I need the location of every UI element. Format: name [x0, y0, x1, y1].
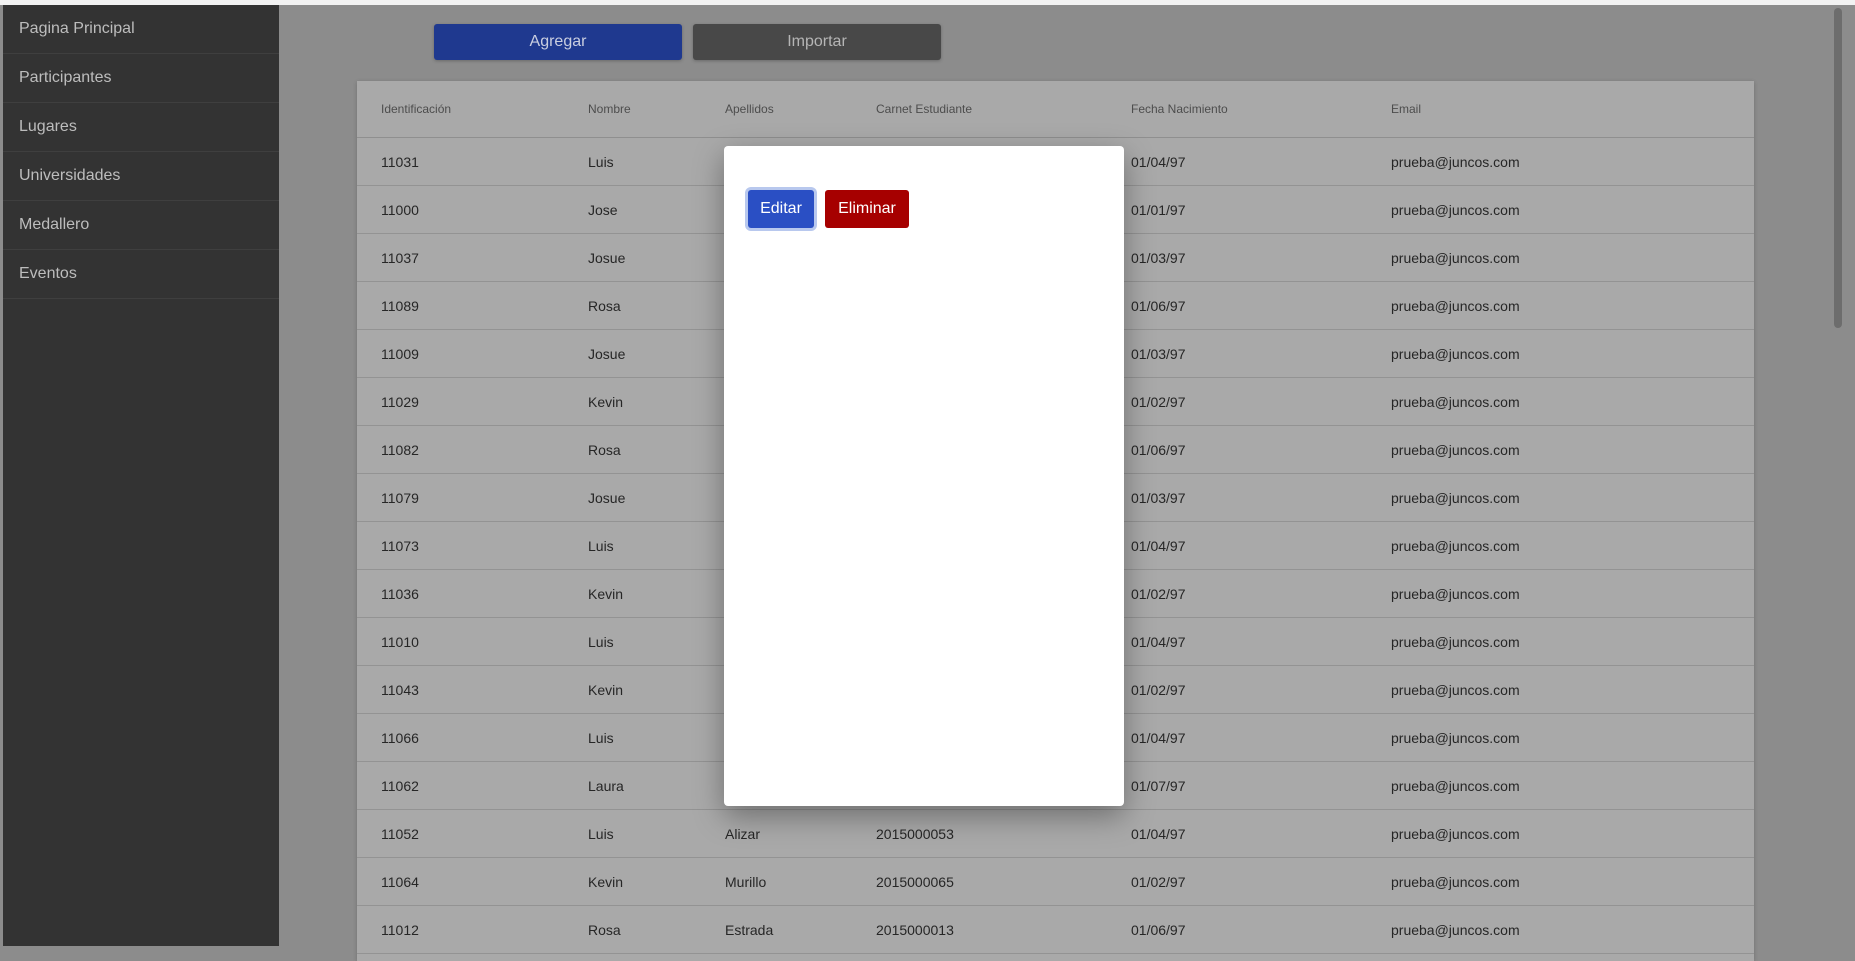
cell-email: prueba@juncos.com [1391, 809, 1754, 858]
cell-fecha-nacimiento: 01/04/97 [1131, 809, 1391, 858]
sidebar-item-eventos[interactable]: Eventos [3, 250, 279, 299]
column-header-email[interactable]: Email [1391, 81, 1754, 138]
cell-fecha-nacimiento: 01/03/97 [1131, 473, 1391, 522]
cell-email: prueba@juncos.com [1391, 617, 1754, 666]
cell-identificacion: 11037 [357, 233, 588, 282]
cell-identificacion: 11082 [357, 425, 588, 474]
cell-email: prueba@juncos.com [1391, 185, 1754, 234]
cell-nombre: Luis [588, 713, 725, 762]
cell-fecha-nacimiento: 01/03/97 [1131, 329, 1391, 378]
cell-apellidos: Murillo [725, 857, 876, 906]
cell-email: prueba@juncos.com [1391, 233, 1754, 282]
cell-nombre: Rosa [588, 905, 725, 954]
cell-fecha-nacimiento: 01/04/97 [1131, 137, 1391, 186]
cell-fecha-nacimiento: 01/02/97 [1131, 665, 1391, 714]
cell-carnet: 2015000013 [876, 905, 1131, 954]
cell-nombre: Luis [588, 137, 725, 186]
cell-nombre: Kevin [588, 569, 725, 618]
table-row[interactable]: 11012 Rosa Estrada 2015000013 01/06/97 prueba… [357, 905, 1754, 954]
cell-email: prueba@juncos.com [1391, 281, 1754, 330]
cell-nombre: Josue [588, 473, 725, 522]
cell-fecha-nacimiento: 01/06/97 [1131, 905, 1391, 954]
cell-nombre: Luis [588, 521, 725, 570]
cell-identificacion: 11029 [357, 377, 588, 426]
cell-fecha-nacimiento: 01/02/97 [1131, 857, 1391, 906]
add-button[interactable]: Agregar [434, 24, 682, 60]
cell-nombre: Rosa [588, 281, 725, 330]
cell-apellidos: Estrada [725, 905, 876, 954]
table-row[interactable]: 11052 Luis Alizar 2015000053 01/04/97 prueba@… [357, 809, 1754, 858]
cell-nombre: Josue [588, 233, 725, 282]
cell-nombre: Rosa [588, 425, 725, 474]
cell-email: prueba@juncos.com [1391, 761, 1754, 810]
cell-email: prueba@juncos.com [1391, 377, 1754, 426]
cell-nombre: Kevin [588, 857, 725, 906]
cell-email: prueba@juncos.com [1391, 905, 1754, 954]
edit-button[interactable]: Editar [748, 190, 814, 228]
column-header-carnet[interactable]: Carnet Estudiante [876, 81, 1131, 138]
cell-identificacion: 11089 [357, 281, 588, 330]
cell-fecha-nacimiento: 01/03/97 [1131, 233, 1391, 282]
cell-identificacion: 11073 [357, 521, 588, 570]
column-header-apellidos[interactable]: Apellidos [725, 81, 876, 138]
cell-identificacion: 11079 [357, 473, 588, 522]
cell-email: prueba@juncos.com [1391, 425, 1754, 474]
cell-email: prueba@juncos.com [1391, 329, 1754, 378]
cell-identificacion: 11010 [357, 617, 588, 666]
sidebar-item-universidades[interactable]: Universidades [3, 152, 279, 201]
cell-email: prueba@juncos.com [1391, 473, 1754, 522]
import-button[interactable]: Importar [693, 24, 941, 60]
cell-fecha-nacimiento: 01/02/97 [1131, 569, 1391, 618]
cell-identificacion: 11036 [357, 569, 588, 618]
cell-nombre: Josue [588, 329, 725, 378]
cell-email: prueba@juncos.com [1391, 137, 1754, 186]
cell-email: prueba@juncos.com [1391, 713, 1754, 762]
cell-apellidos: Alizar [725, 809, 876, 858]
cell-nombre: Laura [588, 761, 725, 810]
cell-email: prueba@juncos.com [1391, 857, 1754, 906]
cell-nombre: Luis [588, 809, 725, 858]
cell-carnet: 2015000053 [876, 809, 1131, 858]
actions-dialog: Editar Eliminar [724, 146, 1124, 806]
cell-identificacion: 11012 [357, 905, 588, 954]
cell-identificacion: 11064 [357, 857, 588, 906]
cell-email: prueba@juncos.com [1391, 665, 1754, 714]
column-header-fecha-nacimiento[interactable]: Fecha Nacimiento [1131, 81, 1391, 138]
cell-fecha-nacimiento: 01/01/97 [1131, 185, 1391, 234]
cell-identificacion: 11062 [357, 761, 588, 810]
cell-identificacion: 11000 [357, 185, 588, 234]
scrollbar-thumb[interactable] [1834, 8, 1842, 328]
cell-nombre: Jose [588, 185, 725, 234]
cell-identificacion: 11052 [357, 809, 588, 858]
delete-button[interactable]: Eliminar [825, 190, 909, 228]
column-header-nombre[interactable]: Nombre [588, 81, 725, 138]
cell-identificacion: 11031 [357, 137, 588, 186]
cell-fecha-nacimiento: 01/06/97 [1131, 281, 1391, 330]
cell-fecha-nacimiento: 01/06/97 [1131, 425, 1391, 474]
cell-fecha-nacimiento: 01/07/97 [1131, 761, 1391, 810]
sidebar-item-lugares[interactable]: Lugares [3, 103, 279, 152]
table-row[interactable]: 11064 Kevin Murillo 2015000065 01/02/97 prueb… [357, 857, 1754, 906]
cell-fecha-nacimiento: 01/04/97 [1131, 617, 1391, 666]
sidebar-item-pagina-principal[interactable]: Pagina Principal [3, 5, 279, 54]
sidebar: Pagina Principal Participantes Lugares U… [3, 5, 279, 946]
cell-fecha-nacimiento: 01/04/97 [1131, 713, 1391, 762]
cell-nombre: Luis [588, 617, 725, 666]
cell-fecha-nacimiento: 01/02/97 [1131, 377, 1391, 426]
sidebar-item-participantes[interactable]: Participantes [3, 54, 279, 103]
sidebar-item-medallero[interactable]: Medallero [3, 201, 279, 250]
cell-fecha-nacimiento: 01/04/97 [1131, 521, 1391, 570]
cell-identificacion: 11066 [357, 713, 588, 762]
cell-email: prueba@juncos.com [1391, 521, 1754, 570]
cell-email: prueba@juncos.com [1391, 569, 1754, 618]
column-header-identificacion[interactable]: Identificación [357, 81, 588, 138]
table-header-row: Identificación Nombre Apellidos Carnet E… [357, 81, 1754, 138]
cell-carnet: 2015000065 [876, 857, 1131, 906]
cell-identificacion: 11009 [357, 329, 588, 378]
cell-identificacion: 11043 [357, 665, 588, 714]
cell-nombre: Kevin [588, 377, 725, 426]
cell-nombre: Kevin [588, 665, 725, 714]
